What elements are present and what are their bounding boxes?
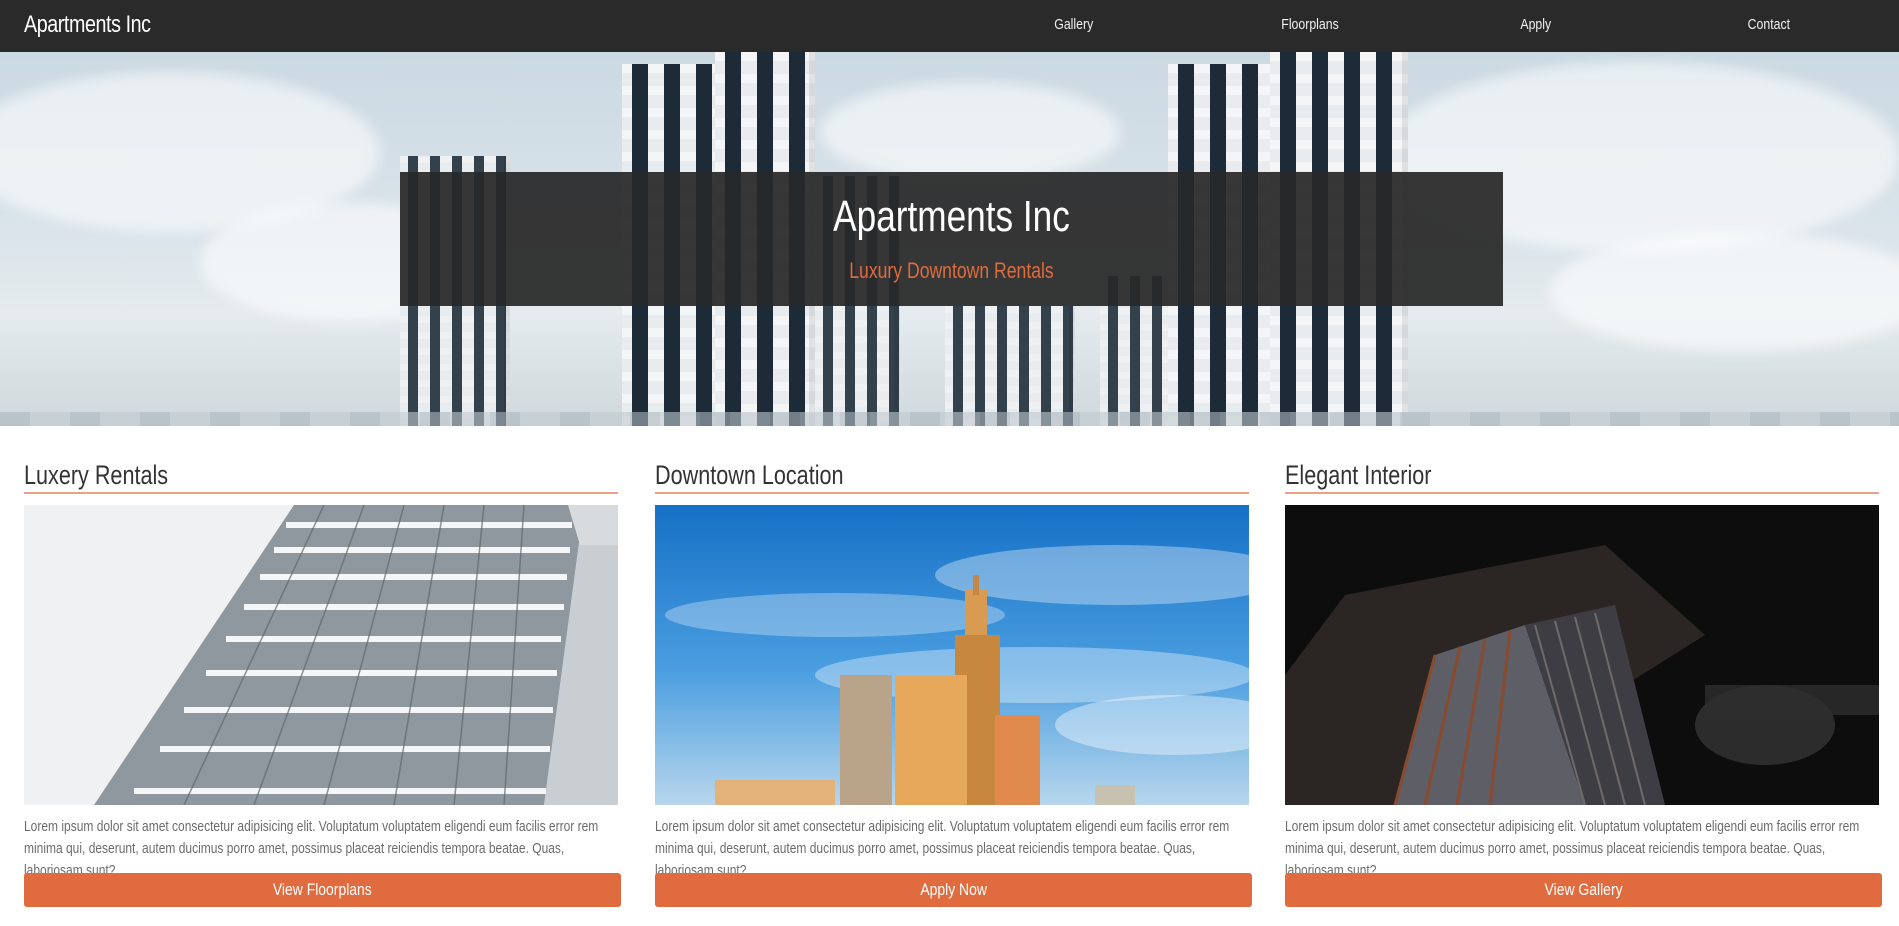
nav-link-apply[interactable]: Apply bbox=[1520, 16, 1551, 33]
brand-logo-link[interactable]: Apartments Inc bbox=[24, 11, 151, 39]
top-navbar: Apartments Inc Gallery Floorplans Apply … bbox=[0, 0, 1899, 52]
hero-title-box: Apartments Inc Luxury Downtown Rentals bbox=[400, 172, 1503, 306]
nav-link-contact[interactable]: Contact bbox=[1748, 16, 1790, 33]
heading-divider bbox=[24, 492, 618, 494]
heading-divider bbox=[1285, 492, 1879, 494]
view-floorplans-button[interactable]: View Floorplans bbox=[24, 873, 621, 907]
downtown-skyline-image bbox=[655, 505, 1249, 805]
heading-divider bbox=[655, 492, 1249, 494]
card-heading: Downtown Location bbox=[655, 460, 844, 490]
hero-title: Apartments Inc bbox=[833, 192, 1070, 241]
view-gallery-button[interactable]: View Gallery bbox=[1285, 873, 1882, 907]
card-heading: Luxery Rentals bbox=[24, 460, 169, 490]
nav-link-floorplans[interactable]: Floorplans bbox=[1281, 16, 1338, 33]
nav-link-gallery[interactable]: Gallery bbox=[1054, 16, 1093, 33]
card-heading: Elegant Interior bbox=[1285, 460, 1432, 490]
hero-banner: Apartments Inc Luxury Downtown Rentals bbox=[0, 52, 1899, 426]
apply-now-button[interactable]: Apply Now bbox=[655, 873, 1252, 907]
hero-subtitle: Luxury Downtown Rentals bbox=[849, 258, 1054, 283]
glass-tower-image bbox=[24, 505, 618, 805]
dark-interior-image bbox=[1285, 505, 1879, 805]
